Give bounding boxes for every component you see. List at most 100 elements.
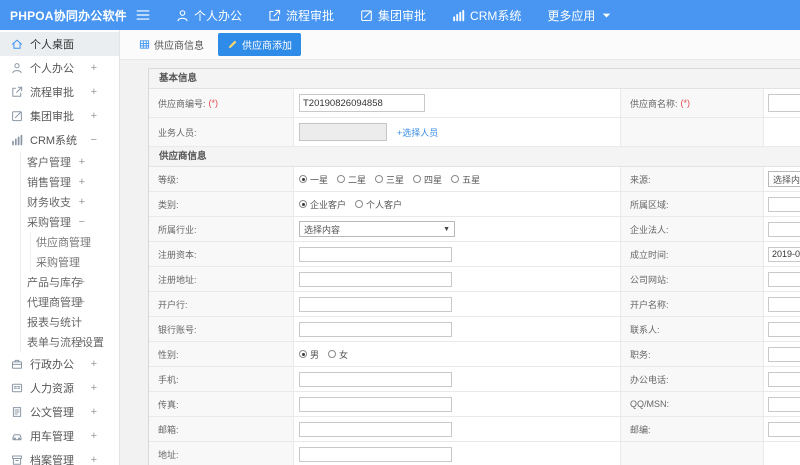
nav-crm-system[interactable]: CRM系统 [452,7,521,24]
office-phone-input[interactable] [768,371,800,387]
expand-toggle-icon[interactable]: − [79,216,85,228]
nav-workflow-approval[interactable]: 流程审批 [268,7,334,24]
select-person-link[interactable]: +选择人员 [397,126,438,139]
supplier-code-input[interactable] [299,94,425,112]
menu-icon[interactable] [136,8,150,22]
form-row-fax: 传真: QQ/MSN: [149,392,800,417]
bank-branch-input[interactable] [299,296,452,312]
expand-toggle-icon[interactable]: + [79,156,85,168]
sidebar-item-sales-mgmt[interactable]: 销售管理 + [0,172,119,192]
tab-supplier-info[interactable]: 供应商信息 [134,34,209,55]
nav-more-apps[interactable]: 更多应用 [547,7,613,24]
grade-option-1[interactable]: 二星 [337,173,366,186]
expand-toggle-icon[interactable]: + [91,110,97,122]
grade-option-4[interactable]: 五星 [451,173,480,186]
sidebar-item-personal-office[interactable]: 个人办公 + [0,56,119,80]
field-label: 开户行: [158,299,188,310]
industry-select[interactable]: 选择内容 ▼ [299,221,455,237]
expand-toggle-icon[interactable]: + [91,406,97,418]
sidebar-item-label: CRM系统 [30,135,78,147]
account-name-input[interactable] [768,296,800,312]
sidebar-item-label: 产品与库存 [27,277,82,289]
sidebar-item-crm-system[interactable]: CRM系统 − [0,128,119,152]
founded-time-input[interactable] [768,246,800,262]
tab-label: 供应商添加 [242,41,292,52]
source-select[interactable]: 选择内容▼ [768,171,800,187]
archive-icon [11,454,23,465]
contact-person-input[interactable] [768,321,800,337]
sidebar-item-admin-office[interactable]: 行政办公 + [0,352,119,376]
nav-personal-office[interactable]: 个人办公 [176,7,242,24]
company-website-input[interactable] [768,271,800,287]
expand-toggle-icon[interactable]: + [79,176,85,188]
nav-label: CRM系统 [470,8,522,23]
sidebar-item-finance-inout[interactable]: 财务收支 + [0,192,119,212]
sidebar-item-hr[interactable]: 人力资源 + [0,376,119,400]
sidebar-item-group-approval[interactable]: 集团审批 + [0,104,119,128]
field-label: 注册地址: [158,274,197,285]
tab-supplier-add[interactable]: 供应商添加 [218,33,301,56]
expand-toggle-icon[interactable]: + [91,382,97,394]
qq-msn-input[interactable] [768,396,800,412]
sidebar-item-personal-desktop[interactable]: 个人桌面 [0,32,119,56]
expand-toggle-icon[interactable]: + [91,430,97,442]
position-label-cell: 职务: [621,342,764,366]
expand-toggle-icon[interactable]: + [91,86,97,98]
sidebar-item-form-flow-settings[interactable]: 表单与流程设置 + [0,332,119,352]
main-area: 供应商信息供应商添加 基本信息供应商编号:(*)供应商名称:(*)业务人员:+选… [120,30,800,465]
mobile-input[interactable] [299,371,452,387]
sidebar-item-report-stats[interactable]: 报表与统计 [0,312,119,332]
bank-account-input[interactable] [299,321,452,337]
expand-toggle-icon[interactable]: + [79,276,85,288]
sidebar-item-doc-mgmt[interactable]: 公文管理 + [0,400,119,424]
sidebar-item-agent-mgmt[interactable]: 代理商管理 + [0,292,119,312]
topbar-nav: 个人办公 流程审批 集团审批 CRM系统 更多应用 [176,7,613,24]
sidebar-item-archive-mgmt[interactable]: 档案管理 + [0,448,119,465]
zipcode-input[interactable] [768,421,800,437]
gender-option-1[interactable]: 女 [328,348,348,361]
field-label: 办公电话: [630,374,669,385]
form-row-bank-branch: 开户行: 开户名称: [149,292,800,317]
section-header-supplier-info: 供应商信息 [149,147,800,167]
registered-address-input[interactable] [299,271,452,287]
address-input[interactable] [299,446,452,462]
expand-toggle-icon[interactable]: + [91,62,97,74]
grade-option-0[interactable]: 一星 [299,173,328,186]
supplier-code-label-cell: 供应商编号: (*) [149,89,294,117]
supplier-name-input[interactable] [768,94,800,112]
sidebar-item-vehicle-mgmt[interactable]: 用车管理 + [0,424,119,448]
email-input[interactable] [299,421,452,437]
email-field-cell [294,417,621,441]
expand-toggle-icon[interactable]: + [91,454,97,465]
sidebar-item-customer-mgmt[interactable]: 客户管理 + [0,152,119,172]
legal-person-input[interactable] [768,221,800,237]
required-marker: (*) [208,98,219,108]
sidebar-item-purchase-mgmt[interactable]: 采购管理 − [0,212,119,232]
gender-option-0[interactable]: 男 [299,348,319,361]
grade-option-3[interactable]: 四星 [413,173,442,186]
expand-toggle-icon[interactable]: + [91,358,97,370]
sidebar-item-product-inventory[interactable]: 产品与库存 + [0,272,119,292]
expand-toggle-icon[interactable]: − [91,134,97,146]
expand-toggle-icon[interactable]: + [79,196,85,208]
sidebar-item-workflow-approval[interactable]: 流程审批 + [0,80,119,104]
category-option-1[interactable]: 个人客户 [355,198,402,211]
sidebar-item-label: 财务收支 [27,197,71,209]
email-label-cell: 邮箱: [149,417,294,441]
grade-option-2[interactable]: 三星 [375,173,404,186]
business-staff-input[interactable] [299,123,387,141]
sidebar-item-supplier-mgmt[interactable]: 供应商管理 [0,232,119,252]
region-input[interactable] [768,196,800,212]
position-input[interactable] [768,346,800,362]
sidebar-item-procurement-mgmt[interactable]: 采购管理 [0,252,119,272]
expand-toggle-icon[interactable]: + [79,296,85,308]
expand-toggle-icon[interactable]: + [79,336,85,348]
topbar: PHPOA协同办公软件 个人办公 流程审批 集团审批 CRM系统 更多应用 [0,0,800,30]
category-option-0[interactable]: 企业客户 [299,198,346,211]
fax-input[interactable] [299,396,452,412]
nav-group-approval[interactable]: 集团审批 [360,7,426,24]
supplier-name-label-cell: 供应商名称: (*) [621,89,764,117]
bank-account-field-cell [294,317,621,341]
registered-capital-input[interactable] [299,246,452,262]
radio-icon [355,200,364,208]
